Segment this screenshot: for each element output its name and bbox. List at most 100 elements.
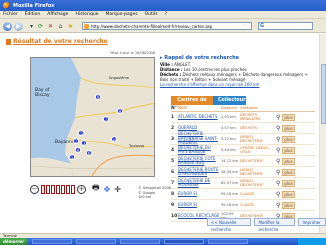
menu-edition[interactable]: Édition bbox=[25, 12, 41, 17]
plus-button[interactable]: plus bbox=[282, 201, 295, 209]
row-num: 3 bbox=[171, 136, 175, 142]
zoom-out-button[interactable]: − bbox=[30, 184, 39, 194]
magnify-icon[interactable]: ⚲ bbox=[276, 158, 280, 165]
system-tray bbox=[298, 238, 326, 245]
plus-button[interactable]: plus bbox=[282, 124, 295, 132]
row-name-link[interactable]: DECHETERIE COTE BASQUE SUD bbox=[178, 156, 221, 166]
row-name-link[interactable]: DECHETERIE DU PAYS BASQUE bbox=[178, 145, 221, 155]
table-header: N° Nom Distance Catégorie bbox=[171, 105, 315, 112]
tab-collecteurs[interactable]: Collecteurs bbox=[213, 96, 248, 105]
row-name-link[interactable]: ATLANTIC DECHETS bbox=[178, 114, 221, 120]
magnify-icon[interactable]: ⚲ bbox=[276, 191, 280, 198]
map-pin[interactable]: 6 bbox=[86, 150, 92, 156]
dropdown-icon[interactable]: ▾ bbox=[28, 23, 35, 30]
move-icon[interactable]: ✛ bbox=[114, 185, 121, 194]
plus-button[interactable]: plus bbox=[282, 179, 295, 187]
search-input[interactable]: G bbox=[258, 22, 313, 30]
plus-button[interactable]: plus bbox=[282, 190, 295, 198]
row-distance: 3,57 km bbox=[221, 126, 236, 130]
taskbar-item[interactable] bbox=[208, 239, 248, 244]
plus-button[interactable]: plus bbox=[282, 157, 295, 165]
row-category: CENTRE LIEN(S) UTILE bbox=[240, 146, 269, 154]
modify-search-button[interactable]: Modifier la recherche bbox=[254, 218, 296, 232]
map-pin[interactable]: 8 bbox=[117, 108, 123, 114]
taskbar-item[interactable] bbox=[120, 239, 160, 244]
map-pin[interactable]: 1 bbox=[78, 130, 84, 136]
map-pin[interactable]: 3 bbox=[81, 140, 87, 146]
reload-icon[interactable]: ⟳ bbox=[37, 23, 44, 30]
print-map-icon[interactable]: 🖶 bbox=[92, 182, 100, 196]
new-search-button[interactable]: << Nouvelle recherche bbox=[207, 218, 252, 232]
table-row: 5 DECHETERIE COTE BASQUE SUD 14,12 km DÉ… bbox=[171, 156, 315, 167]
map-legend-line: 100 km bbox=[138, 195, 152, 199]
magnify-icon[interactable]: ⚲ bbox=[276, 114, 280, 121]
bookmark-icon[interactable]: ★ bbox=[67, 23, 74, 30]
pan-icon[interactable]: ✥ bbox=[104, 185, 111, 194]
menu-outils[interactable]: Outils bbox=[145, 12, 158, 17]
scrollbar-thumb[interactable] bbox=[321, 64, 326, 124]
map-pin[interactable]: 2 bbox=[73, 138, 79, 144]
recap-note[interactable]: La recherche s'effectue dans un rayon de… bbox=[160, 82, 315, 87]
menu-help[interactable]: ? bbox=[165, 12, 167, 17]
taskbar-item[interactable] bbox=[76, 239, 116, 244]
row-category: DÉCHETS bbox=[240, 126, 257, 130]
magnify-icon[interactable]: ⚲ bbox=[276, 136, 280, 143]
zoom-level-segment[interactable] bbox=[56, 184, 60, 194]
map-pin[interactable]: 10 bbox=[111, 136, 117, 142]
magnify-icon[interactable]: ⚲ bbox=[276, 180, 280, 187]
map-pin[interactable]: 7 bbox=[103, 116, 109, 122]
results-tabs: Centres de traitement Collecteurs bbox=[171, 96, 248, 112]
address-bar[interactable]: http://www.dechets-charente-fillealmed-f… bbox=[82, 22, 252, 30]
plus-button[interactable]: plus bbox=[282, 113, 295, 121]
zoom-level-segment[interactable] bbox=[61, 184, 65, 194]
plus-button[interactable]: plus bbox=[282, 168, 295, 176]
row-name-link[interactable]: DECHETERIE DE MOURENX bbox=[178, 178, 221, 188]
nav-toolbar: ◀ ▶ ▾ ⟳ ✕ ⌂ ★ http://www.dechets-charent… bbox=[0, 19, 326, 33]
menu-fichier[interactable]: Fichier bbox=[3, 12, 18, 17]
window-title: Mozilla Firefox bbox=[13, 2, 55, 9]
home-icon[interactable]: ⌂ bbox=[57, 23, 64, 30]
forward-button[interactable]: ▶ bbox=[14, 22, 23, 31]
taskbar-item-active[interactable] bbox=[164, 239, 204, 244]
plus-button[interactable]: plus bbox=[282, 146, 295, 154]
zoom-level-segment[interactable] bbox=[66, 184, 70, 194]
zoom-level-segment[interactable] bbox=[51, 184, 55, 194]
magnify-icon[interactable]: ⚲ bbox=[276, 169, 280, 176]
row-name-link[interactable]: EUROP SI bbox=[178, 202, 221, 208]
tab-centres[interactable]: Centres de traitement bbox=[171, 96, 213, 112]
map-pin[interactable]: 4 bbox=[75, 147, 81, 153]
stop-icon[interactable]: ✕ bbox=[47, 23, 54, 30]
menu-affichage[interactable]: Affichage bbox=[47, 12, 68, 17]
menu-historique[interactable]: Historique bbox=[75, 12, 98, 17]
table-row: 9 EUROP SI 99,18 km CLASSE ⚲ plus bbox=[171, 200, 315, 211]
zoom-level-segment[interactable] bbox=[71, 184, 75, 194]
taskbar-item[interactable] bbox=[32, 239, 72, 244]
scrollbar[interactable] bbox=[319, 34, 326, 233]
row-name-link[interactable]: GUERALD bbox=[178, 125, 221, 131]
magnify-icon[interactable]: ⚲ bbox=[276, 202, 280, 209]
map-update-note[interactable]: Mise à jour le 18/08/2008 bbox=[30, 51, 155, 55]
row-category: LIEN(S) DÉCHETERIE bbox=[240, 135, 263, 143]
zoom-level-segment[interactable] bbox=[46, 184, 50, 194]
map-pin[interactable]: 5 bbox=[69, 154, 75, 160]
row-name-link[interactable]: DECHETERIE ROUTE D'ARCANGUES bbox=[178, 167, 221, 177]
row-name-link[interactable]: DECHETERIE BAYONNAISE SAINT-FRÉDÉRIC bbox=[178, 132, 221, 146]
map-pin[interactable]: 9 bbox=[95, 94, 101, 100]
magnify-icon[interactable]: ⚲ bbox=[276, 125, 280, 132]
start-button[interactable]: démarrer bbox=[0, 238, 28, 245]
bookmark-star-icon[interactable]: ☆ bbox=[243, 23, 247, 29]
map-view[interactable]: Bay of Biscay Bayonne Angoulême Toulouse… bbox=[30, 57, 155, 177]
plus-button[interactable]: plus bbox=[282, 135, 295, 143]
magnify-icon[interactable]: ⚲ bbox=[276, 147, 280, 154]
table-row: 3 DECHETERIE BAYONNAISE SAINT-FRÉDÉRIC 5… bbox=[171, 132, 315, 146]
row-num: 5 bbox=[171, 158, 175, 164]
zoom-level-segment[interactable] bbox=[41, 184, 45, 194]
row-distance: 62,57 km bbox=[221, 181, 239, 185]
back-button[interactable]: ◀ bbox=[3, 22, 12, 31]
zoom-in-button[interactable]: + bbox=[77, 184, 86, 194]
menu-marque-pages[interactable]: Marque-pages bbox=[106, 12, 138, 17]
col-distance: Distance bbox=[221, 106, 237, 110]
row-name-link[interactable]: EUROP SI bbox=[178, 191, 221, 197]
print-button[interactable]: Imprimer bbox=[298, 218, 326, 226]
row-distance: 14,12 km bbox=[221, 159, 239, 163]
